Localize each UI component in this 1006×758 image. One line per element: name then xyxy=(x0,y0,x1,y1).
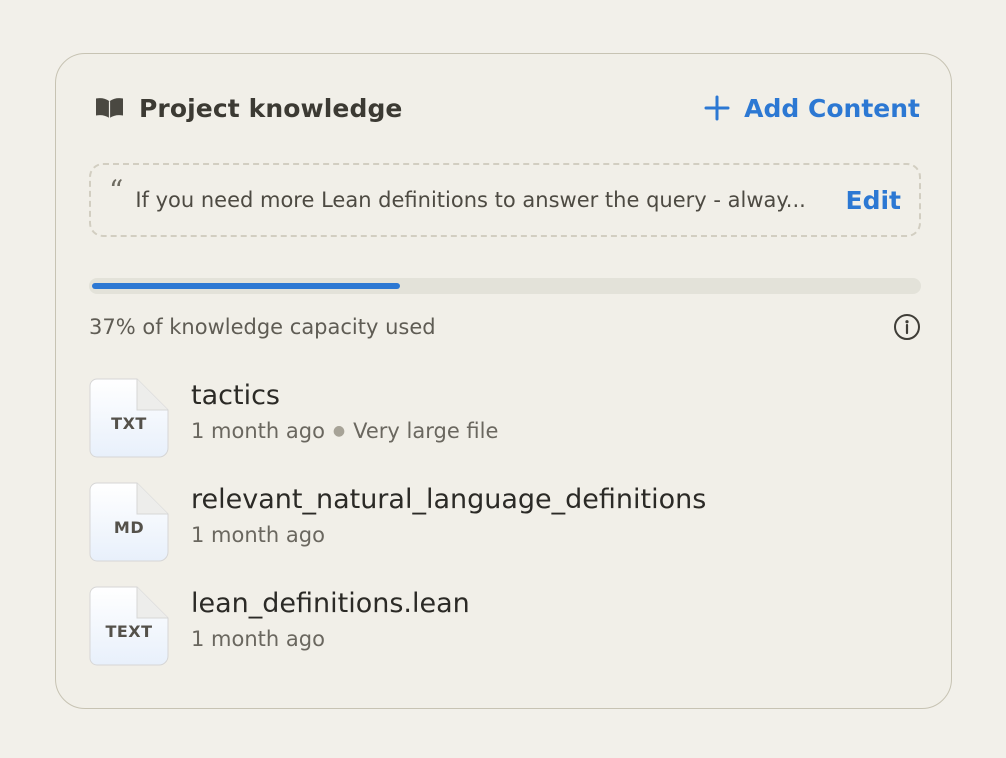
file-age: 1 month ago xyxy=(191,419,325,443)
text-file-icon: TEXT xyxy=(89,586,169,666)
capacity-label: 37% of knowledge capacity used xyxy=(89,315,436,339)
project-instructions-box[interactable]: “ If you need more Lean definitions to a… xyxy=(89,163,921,237)
file-info: lean_definitions.lean 1 month ago xyxy=(191,588,470,651)
file-type-label: TXT xyxy=(111,414,147,433)
edit-instructions-button[interactable]: Edit xyxy=(838,186,902,215)
book-icon xyxy=(94,96,125,120)
file-meta: 1 month ago xyxy=(191,523,706,547)
meta-separator-dot: ● xyxy=(332,423,346,439)
instruction-text: If you need more Lean definitions to ans… xyxy=(135,188,806,212)
knowledge-file-list: TXT tactics 1 month ago ● Very large fil… xyxy=(89,378,921,678)
file-name: lean_definitions.lean xyxy=(191,588,470,619)
project-knowledge-header: Project knowledge Add Content xyxy=(94,88,920,128)
page-title: Project knowledge xyxy=(139,93,403,123)
file-note: Very large file xyxy=(353,419,499,443)
capacity-row: 37% of knowledge capacity used xyxy=(89,312,921,342)
file-item-lean-definitions[interactable]: TEXT lean_definitions.lean 1 month ago xyxy=(89,586,921,690)
file-item-tactics[interactable]: TXT tactics 1 month ago ● Very large fil… xyxy=(89,378,921,482)
txt-file-icon: TXT xyxy=(89,378,169,458)
project-knowledge-card: Project knowledge Add Content “ If you n… xyxy=(55,53,952,709)
file-info: relevant_natural_language_definitions 1 … xyxy=(191,484,706,547)
file-type-label: MD xyxy=(113,518,145,537)
info-icon[interactable] xyxy=(893,313,921,341)
quote-mark: “ xyxy=(109,174,124,207)
add-content-button[interactable]: Add Content xyxy=(702,93,920,123)
title-wrap: Project knowledge xyxy=(94,94,403,123)
file-age: 1 month ago xyxy=(191,523,325,547)
file-name: tactics xyxy=(191,380,280,411)
add-content-label: Add Content xyxy=(744,93,920,123)
file-meta: 1 month ago ● Very large file xyxy=(191,419,498,443)
file-name: relevant_natural_language_definitions xyxy=(191,484,707,515)
file-meta: 1 month ago xyxy=(191,627,470,651)
knowledge-capacity-progress xyxy=(89,278,921,294)
plus-icon xyxy=(702,93,732,123)
knowledge-capacity-progress-fill xyxy=(92,283,400,289)
file-info: tactics 1 month ago ● Very large file xyxy=(191,380,498,443)
md-file-icon: MD xyxy=(89,482,169,562)
file-type-label: TEXT xyxy=(105,622,153,641)
file-item-relevant-natural-language-definitions[interactable]: MD relevant_natural_language_definitions… xyxy=(89,482,921,586)
file-age: 1 month ago xyxy=(191,627,325,651)
